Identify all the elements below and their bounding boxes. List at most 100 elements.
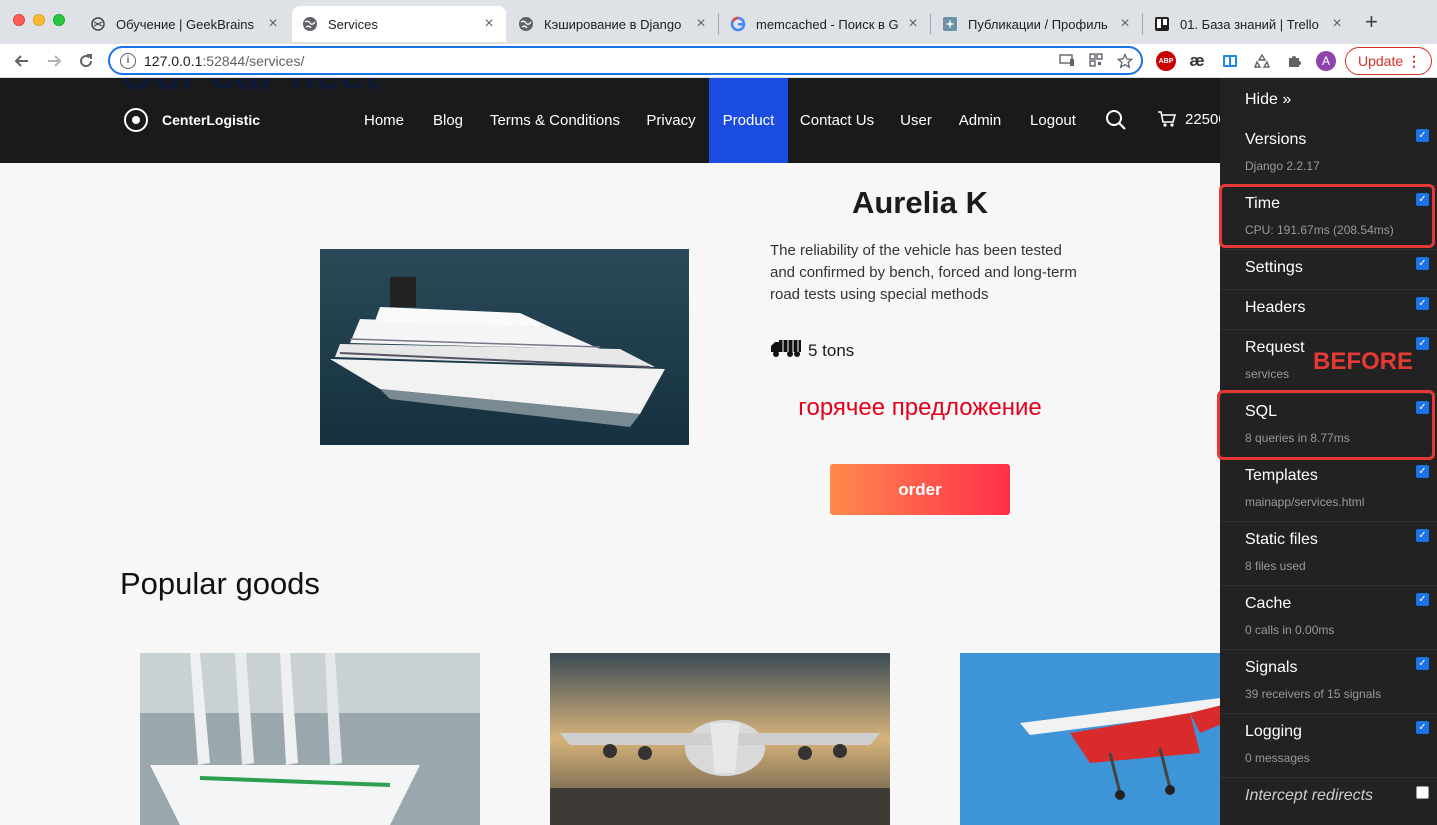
update-label: Update: [1358, 53, 1404, 69]
panel-title: Signals: [1245, 659, 1298, 676]
forward-arrow-icon[interactable]: [44, 51, 64, 71]
panel-static-files[interactable]: Static files 8 files used ✓: [1220, 522, 1437, 586]
recycle-extension-icon[interactable]: [1252, 51, 1272, 71]
tab-title: Публикации / Профиль А: [968, 16, 1110, 32]
panel-toggle-checkbox[interactable]: ✓: [1416, 257, 1429, 270]
cast-icon[interactable]: [1059, 53, 1075, 72]
back-arrow-icon[interactable]: [12, 51, 32, 71]
url-text: 127.0.0.1:52844/services/: [144, 52, 305, 69]
tab-title: Кэширование в Django: [544, 16, 682, 32]
qr-code-icon[interactable]: [1089, 53, 1103, 72]
browser-tab-strip: Обучение | GeekBrains - о × Services × К…: [0, 0, 1437, 44]
panel-cache[interactable]: Cache 0 calls in 0.00ms ✓: [1220, 586, 1437, 650]
panel-toggle-checkbox[interactable]: ✓: [1416, 593, 1429, 606]
close-tab-icon[interactable]: ×: [482, 15, 496, 33]
product-title: Aurelia K: [851, 185, 989, 220]
browser-tab-services[interactable]: Services ×: [292, 6, 506, 42]
before-annotation: BEFORE: [1313, 348, 1414, 375]
address-bar[interactable]: i 127.0.0.1:52844/services/: [108, 46, 1143, 75]
capacity-text: 5 tons: [808, 340, 855, 360]
ae-extension-icon[interactable]: æ: [1187, 51, 1207, 71]
panel-subtitle: services: [1245, 367, 1290, 381]
bookmark-star-icon[interactable]: [1116, 52, 1134, 72]
panel-toggle-checkbox[interactable]: ✓: [1416, 337, 1429, 350]
extensions-puzzle-icon[interactable]: [1284, 51, 1304, 71]
nav-logout[interactable]: Logout: [1024, 78, 1082, 163]
browser-tab-memcached[interactable]: memcached - Поиск в Go ×: [720, 6, 930, 42]
close-tab-icon[interactable]: ×: [1330, 15, 1344, 33]
nav-user[interactable]: User: [894, 78, 938, 163]
reader-extension-icon[interactable]: [1220, 51, 1240, 71]
nav-terms[interactable]: Terms & Conditions: [484, 78, 626, 163]
nav-product[interactable]: Product: [709, 78, 788, 163]
logo-text: CenterLogistic: [162, 112, 261, 128]
panel-signals[interactable]: Signals 39 receivers of 15 signals ✓: [1220, 650, 1437, 714]
close-tab-icon[interactable]: ×: [1118, 15, 1132, 33]
browser-toolbar: i 127.0.0.1:52844/services/ ABP æ A Upda…: [0, 44, 1437, 78]
close-tab-icon[interactable]: ×: [694, 15, 708, 33]
tab-separator: [718, 14, 719, 34]
panel-subtitle: mainapp/services.html: [1245, 495, 1365, 509]
minimize-window-button[interactable]: [33, 14, 45, 26]
panel-toggle-checkbox[interactable]: ✓: [1416, 721, 1429, 734]
tab-title: Services: [328, 16, 378, 32]
site-logo[interactable]: CenterLogistic: [124, 108, 260, 132]
panel-headers[interactable]: Headers ✓: [1220, 290, 1437, 330]
popular-item-cargo-plane[interactable]: [550, 653, 890, 825]
close-tab-icon[interactable]: ×: [906, 15, 920, 33]
close-tab-icon[interactable]: ×: [266, 15, 280, 33]
search-icon[interactable]: [1105, 109, 1127, 136]
panel-intercept-redirects[interactable]: Intercept redirects: [1220, 778, 1437, 818]
panel-toggle-checkbox[interactable]: ✓: [1416, 529, 1429, 542]
more-menu-icon[interactable]: ⋮: [1407, 53, 1421, 70]
sql-panel-highlight: [1217, 390, 1435, 460]
browser-tab-habr[interactable]: Публикации / Профиль А ×: [932, 6, 1142, 42]
panel-title: Static files: [1245, 531, 1318, 548]
panel-title: Intercept redirects: [1245, 787, 1374, 804]
adblock-extension-icon[interactable]: ABP: [1156, 51, 1176, 71]
nav-home[interactable]: Home: [352, 78, 416, 163]
nav-blog[interactable]: Blog: [422, 78, 474, 163]
hot-offer-label: горячее предложение: [798, 394, 1042, 421]
tab-separator: [1142, 14, 1143, 34]
panel-versions[interactable]: Versions Django 2.2.17 ✓: [1220, 122, 1437, 186]
maximize-window-button[interactable]: [53, 14, 65, 26]
panel-toggle-checkbox[interactable]: ✓: [1416, 129, 1429, 142]
close-window-button[interactable]: [13, 14, 25, 26]
order-button[interactable]: order: [830, 464, 1010, 515]
panel-title: Logging: [1245, 723, 1302, 740]
geekbrains-icon: [90, 16, 106, 32]
crosshair-logo-icon: [124, 108, 148, 132]
ghost-page-title: Our car fleet: [120, 78, 379, 100]
panel-toggle-checkbox[interactable]: ✓: [1416, 465, 1429, 478]
new-tab-plus-icon[interactable]: +: [1365, 11, 1378, 33]
panel-toggle-checkbox[interactable]: ✓: [1416, 297, 1429, 310]
site-info-icon[interactable]: i: [120, 52, 136, 69]
panel-templates[interactable]: Templates mainapp/services.html ✓: [1220, 458, 1437, 522]
panel-title: Settings: [1245, 259, 1303, 276]
hide-toolbar-link[interactable]: Hide »: [1245, 91, 1291, 109]
browser-tab-django-cache[interactable]: Кэширование в Django ×: [508, 6, 718, 42]
panel-toggle-checkbox[interactable]: ✓: [1416, 657, 1429, 670]
nav-privacy[interactable]: Privacy: [640, 78, 702, 163]
habr-icon: [942, 16, 958, 32]
time-panel-highlight: [1219, 184, 1435, 248]
popular-goods-heading: Popular goods: [120, 566, 320, 601]
browser-tab-geekbrains[interactable]: Обучение | GeekBrains - о ×: [80, 6, 290, 42]
panel-toggle-checkbox[interactable]: [1416, 786, 1429, 799]
update-button[interactable]: Update ⋮: [1345, 47, 1432, 75]
reload-icon[interactable]: [76, 51, 96, 71]
popular-item-sail-ship[interactable]: [140, 653, 480, 825]
nav-contact[interactable]: Contact Us: [796, 78, 878, 163]
panel-title: Request: [1245, 339, 1305, 356]
tab-separator: [930, 14, 931, 34]
tab-title: 01. База знаний | Trello: [1180, 16, 1319, 32]
panel-subtitle: 0 messages: [1245, 751, 1310, 765]
panel-title: Versions: [1245, 131, 1307, 148]
truck-icon: [770, 338, 802, 363]
nav-admin[interactable]: Admin: [952, 78, 1008, 163]
browser-tab-trello[interactable]: 01. База знаний | Trello ×: [1144, 6, 1354, 42]
profile-avatar[interactable]: A: [1316, 51, 1336, 71]
panel-logging[interactable]: Logging 0 messages ✓: [1220, 714, 1437, 778]
panel-settings[interactable]: Settings ✓: [1220, 250, 1437, 290]
